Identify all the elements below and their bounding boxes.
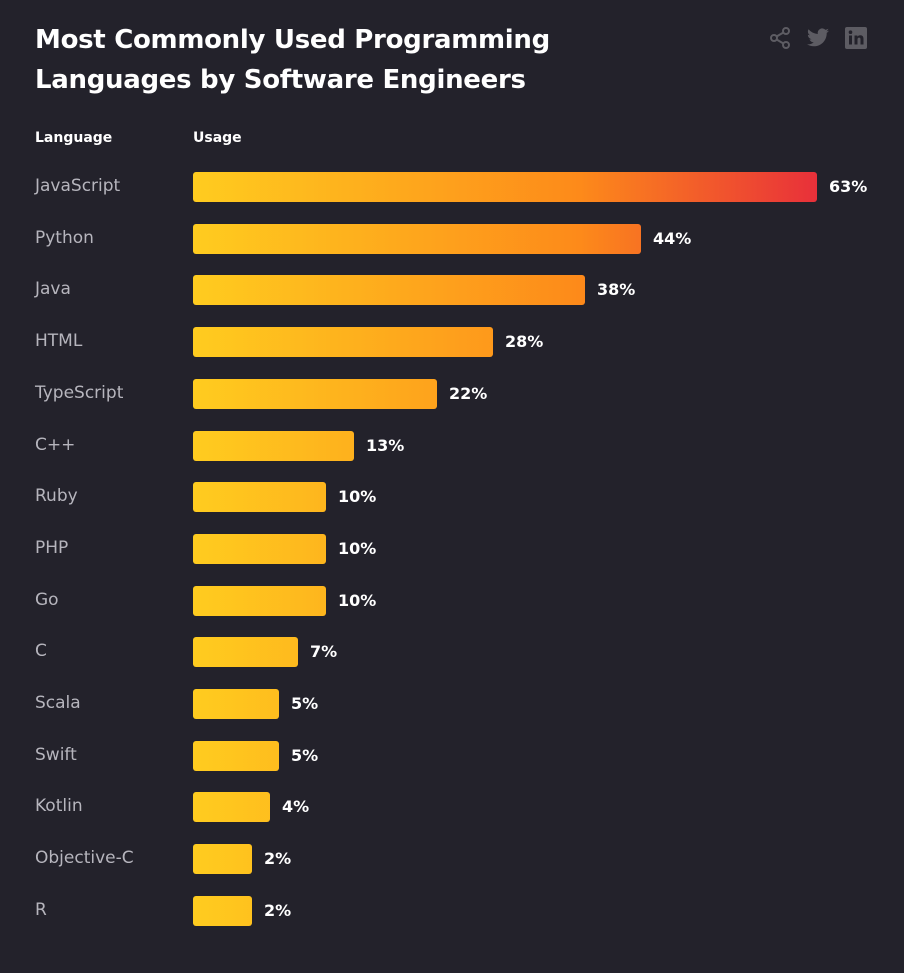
bar [193, 431, 354, 461]
value-label: 10% [338, 539, 377, 558]
category-label: Kotlin [35, 796, 83, 816]
value-label: 7% [310, 642, 338, 661]
value-label: 2% [264, 901, 292, 920]
bar [193, 741, 279, 771]
linkedin-icon[interactable] [844, 26, 868, 50]
category-label: TypeScript [35, 383, 124, 403]
category-label: Scala [35, 693, 81, 713]
bar-row: Scala 5% [0, 689, 904, 719]
bar-row: Go 10% [0, 586, 904, 616]
category-label: Python [35, 228, 94, 248]
share-toolbar [768, 26, 868, 50]
bar [193, 689, 279, 719]
bar-row: Kotlin 4% [0, 792, 904, 822]
twitter-icon[interactable] [806, 26, 830, 50]
category-label: R [35, 900, 47, 920]
value-label: 2% [264, 849, 292, 868]
bar-row: C 7% [0, 637, 904, 667]
bar-row: TypeScript 22% [0, 379, 904, 409]
value-label: 38% [597, 280, 636, 299]
bar-row: R 2% [0, 896, 904, 926]
category-label: Ruby [35, 486, 78, 506]
column-header-language: Language [35, 130, 113, 146]
bar [193, 896, 252, 926]
bar [193, 275, 585, 305]
value-label: 63% [829, 177, 868, 196]
bar-row: C++ 13% [0, 431, 904, 461]
chart-title: Most Commonly Used Programming Languages… [35, 25, 550, 95]
bar-row: Java 38% [0, 275, 904, 305]
value-label: 22% [449, 384, 488, 403]
bar-row: PHP 10% [0, 534, 904, 564]
share-icon[interactable] [768, 26, 792, 50]
value-label: 10% [338, 487, 377, 506]
category-label: Go [35, 590, 59, 610]
bar [193, 586, 326, 616]
bar-row: Ruby 10% [0, 482, 904, 512]
value-label: 4% [282, 797, 310, 816]
value-label: 10% [338, 591, 377, 610]
bar-row: Swift 5% [0, 741, 904, 771]
value-label: 13% [366, 436, 405, 455]
bar-row: Python 44% [0, 224, 904, 254]
bar [193, 224, 641, 254]
column-header-usage: Usage [193, 130, 242, 146]
category-label: Java [35, 279, 71, 299]
bar [193, 792, 270, 822]
bar-row: Objective-C 2% [0, 844, 904, 874]
category-label: Swift [35, 745, 77, 765]
category-label: C [35, 641, 47, 661]
category-label: HTML [35, 331, 83, 351]
bar [193, 637, 298, 667]
bar [193, 379, 437, 409]
value-label: 28% [505, 332, 544, 351]
value-label: 5% [291, 694, 319, 713]
bar [193, 482, 326, 512]
category-label: PHP [35, 538, 69, 558]
category-label: C++ [35, 435, 76, 455]
category-label: Objective-C [35, 848, 134, 868]
value-label: 44% [653, 229, 692, 248]
value-label: 5% [291, 746, 319, 765]
bar [193, 327, 493, 357]
bar [193, 844, 252, 874]
bar [193, 534, 326, 564]
category-label: JavaScript [35, 176, 121, 196]
bar [193, 172, 817, 202]
bar-row: JavaScript 63% [0, 172, 904, 202]
bar-row: HTML 28% [0, 327, 904, 357]
